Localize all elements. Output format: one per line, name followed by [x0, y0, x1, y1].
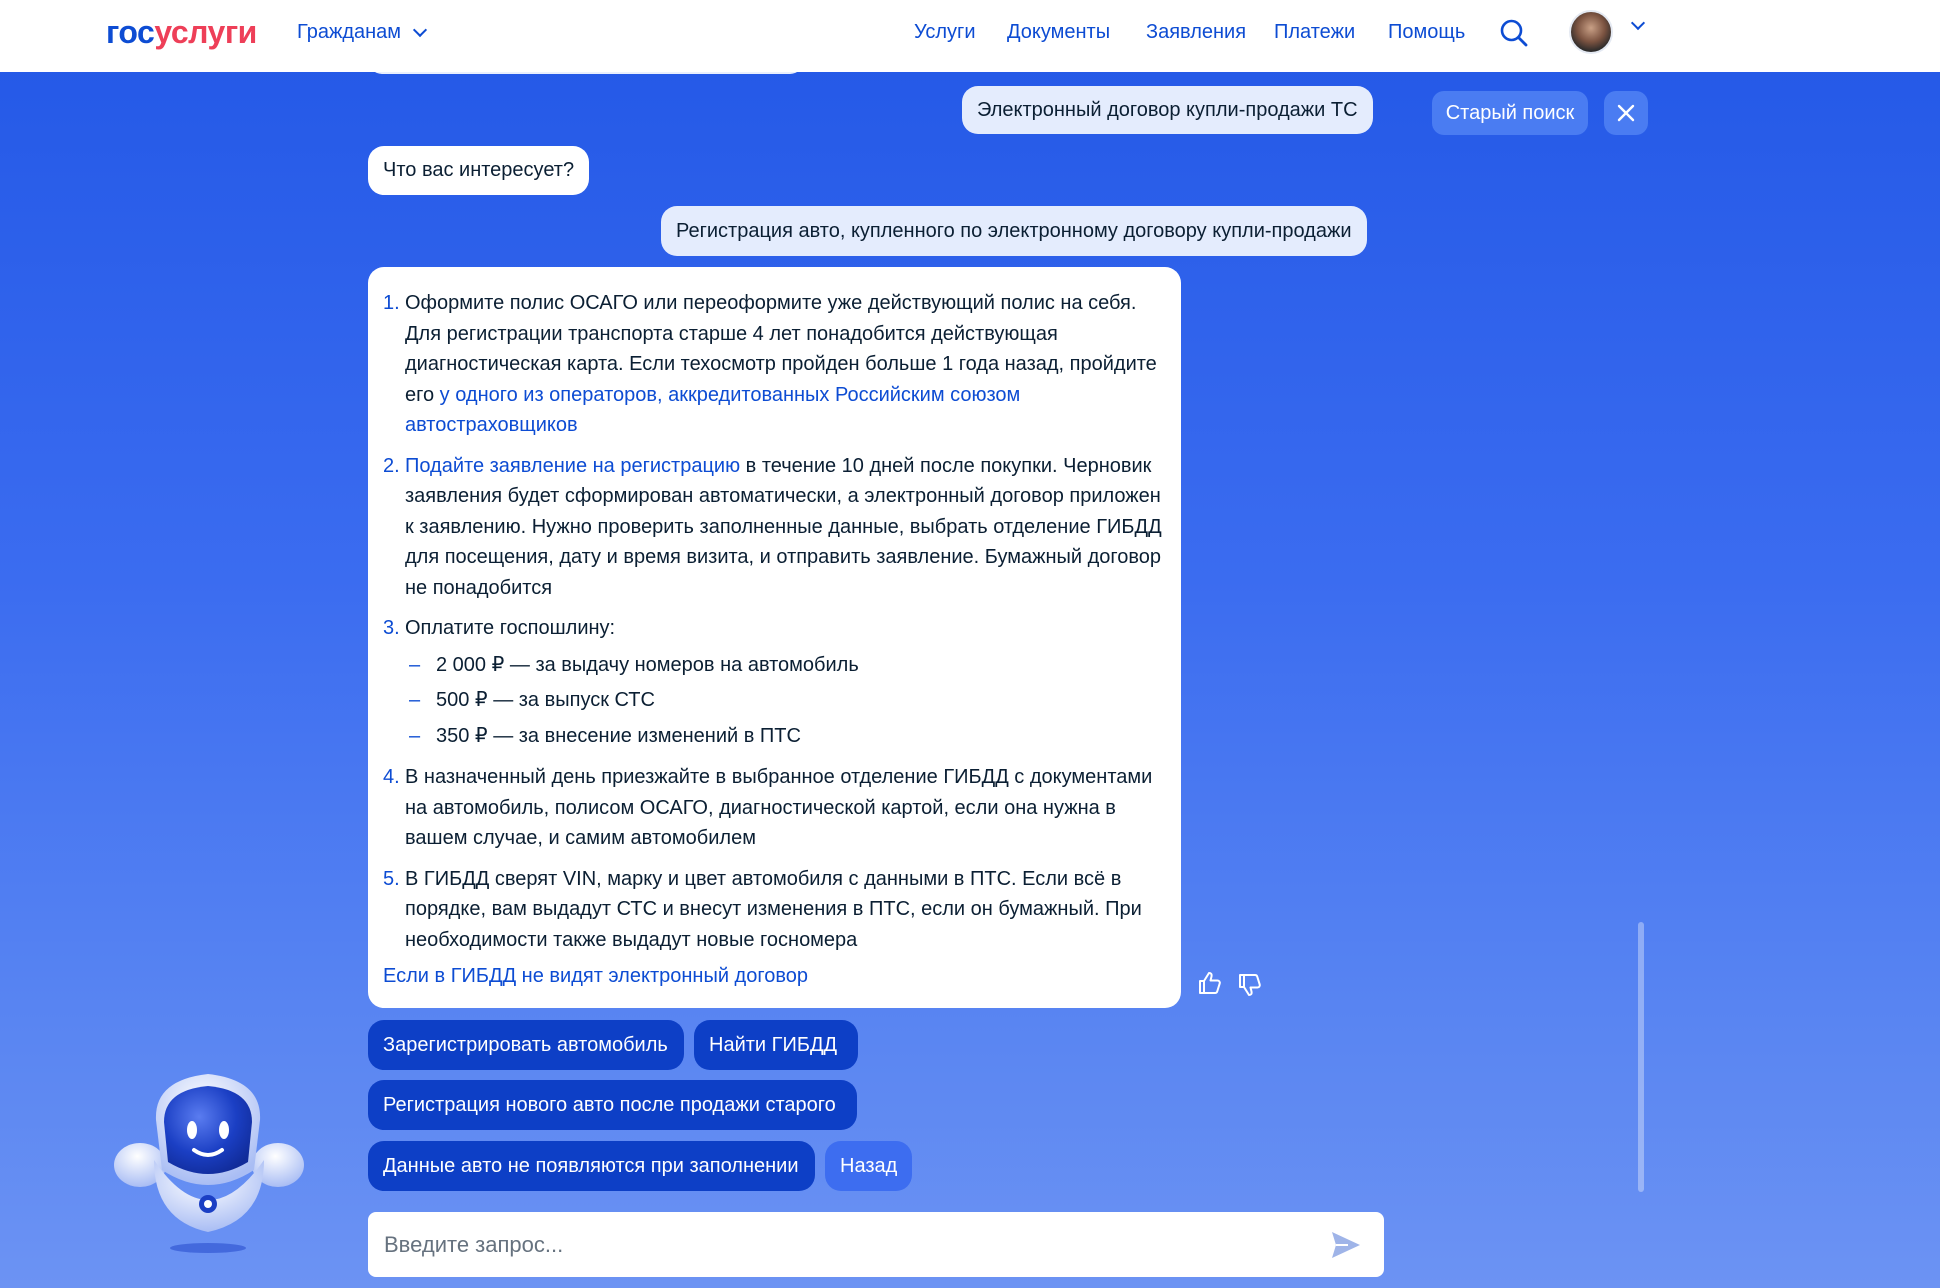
robot-mascot: [114, 1074, 304, 1253]
send-icon[interactable]: [1330, 1230, 1362, 1260]
user-message: Регистрация авто, купленного по электрон…: [661, 206, 1367, 256]
thumbs-up-icon[interactable]: [1197, 970, 1223, 996]
back-chip[interactable]: Назад: [825, 1141, 912, 1191]
old-search-button[interactable]: Старый поиск: [1432, 91, 1588, 135]
query-input-box: [368, 1212, 1384, 1277]
nav-documents[interactable]: Документы: [1007, 21, 1110, 44]
query-input[interactable]: [384, 1231, 1344, 1258]
list-item: –500 ₽ — за выпуск СТС: [409, 689, 655, 711]
chevron-down-icon: [412, 22, 428, 37]
nav-applications[interactable]: Заявления: [1146, 21, 1246, 44]
electronic-contract-help-link[interactable]: Если в ГИБДД не видят электронный догово…: [383, 961, 808, 992]
top-header: госуслуги Гражданам Услуги Документы Зая…: [0, 0, 1940, 72]
accredited-operators-link[interactable]: у одного из операторов, аккредитованных …: [405, 384, 1020, 437]
audience-dropdown[interactable]: Гражданам: [297, 21, 428, 44]
gosuslugi-logo[interactable]: госуслуги: [106, 14, 257, 51]
close-button[interactable]: [1604, 91, 1648, 135]
thumbs-down-icon[interactable]: [1237, 972, 1263, 998]
search-icon[interactable]: [1499, 18, 1529, 48]
answer-step: 4. В назначенный день приезжайте в выбра…: [383, 766, 1153, 849]
find-gibdd-chip[interactable]: Найти ГИБДД: [694, 1020, 858, 1070]
answer-step: 2. Подайте заявление на регистрацию в те…: [383, 454, 1162, 599]
user-message: Электронный договор купли-продажи ТС: [962, 86, 1373, 134]
bot-answer-card: 1. Оформите полис ОСАГО или переоформите…: [368, 267, 1181, 1008]
audience-label: Гражданам: [297, 21, 402, 43]
bot-message: Что вас интересует?: [368, 146, 590, 195]
register-car-chip[interactable]: Зарегистрировать автомобиль: [368, 1020, 684, 1070]
avatar[interactable]: [1569, 10, 1613, 54]
new-car-after-sale-chip[interactable]: Регистрация нового авто после продажи ст…: [368, 1080, 857, 1130]
list-item: –350 ₽ — за внесение изменений в ПТС: [409, 724, 801, 747]
answer-step: 3. Оплатите госпошлину:: [383, 617, 616, 639]
answer-step: 5. В ГИБДД сверят VIN, марку и цвет авто…: [383, 867, 1142, 951]
chat-scrollbar[interactable]: [1638, 922, 1644, 1192]
fee-list: –2 000 ₽ — за выдачу номеров на автомоби…: [409, 648, 1165, 755]
data-not-appearing-chip[interactable]: Данные авто не появляются при заполнении: [368, 1141, 815, 1191]
nav-services[interactable]: Услуги: [914, 21, 976, 44]
apply-registration-link[interactable]: Подайте заявление на регистрацию: [405, 455, 740, 477]
list-item: –2 000 ₽ — за выдачу номеров на автомоби…: [409, 653, 859, 676]
previous-message-card: [368, 60, 804, 74]
nav-help[interactable]: Помощь: [1388, 21, 1465, 44]
chevron-down-icon[interactable]: [1630, 15, 1646, 31]
close-icon: [1617, 104, 1635, 122]
nav-payments[interactable]: Платежи: [1274, 21, 1355, 44]
answer-step: 1. Оформите полис ОСАГО или переоформите…: [383, 292, 1157, 437]
